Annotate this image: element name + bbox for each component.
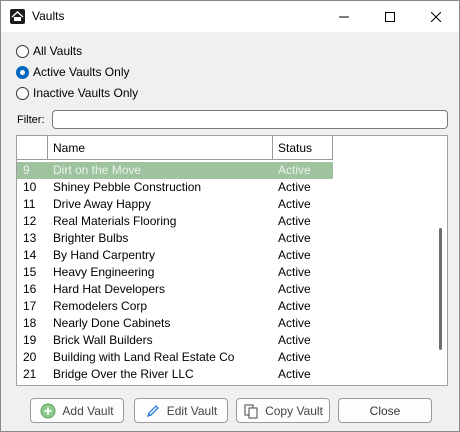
table-row[interactable]: 18 Nearly Done Cabinets Active <box>17 315 434 332</box>
row-name-cell: Nearly Done Cabinets <box>53 316 171 330</box>
copy-icon <box>243 403 259 419</box>
row-id-cell: 14 <box>23 248 37 262</box>
maximize-button[interactable] <box>367 1 413 32</box>
row-name-cell: Shiney Pebble Construction <box>53 180 202 194</box>
radio-label: Inactive Vaults Only <box>33 86 139 100</box>
column-header-name[interactable]: Name <box>48 136 273 160</box>
minimize-button[interactable] <box>321 1 367 32</box>
close-icon <box>431 11 441 22</box>
row-id-cell: 18 <box>23 316 37 330</box>
row-id-cell: 11 <box>23 197 36 211</box>
row-name-cell: Brighter Bulbs <box>53 231 129 245</box>
row-name-cell: Hard Hat Developers <box>53 282 166 296</box>
row-status-cell: Active <box>278 163 311 177</box>
vaults-grid: Name Status 9 Dirt on the Move Active 10 Shi… <box>16 135 448 386</box>
row-name-cell: Drive Away Happy <box>53 197 151 211</box>
table-row[interactable]: 13 Brighter Bulbs Active <box>17 230 434 247</box>
row-name-cell: By Hand Carpentry <box>53 248 156 262</box>
row-status-cell: Active <box>278 214 311 228</box>
row-id-cell: 19 <box>23 333 37 347</box>
close-window-button[interactable] <box>413 1 459 32</box>
filter-label: Filter: <box>17 114 45 126</box>
row-id-cell: 13 <box>23 231 37 245</box>
row-id-cell: 16 <box>23 282 37 296</box>
table-row[interactable]: 14 By Hand Carpentry Active <box>17 247 434 264</box>
row-status-cell: Active <box>278 367 311 381</box>
radio-button[interactable] <box>16 44 29 58</box>
filter-input[interactable] <box>52 110 448 129</box>
close-label: Close <box>369 403 401 418</box>
radio-active-vaults-only[interactable]: Active Vaults Only <box>16 64 129 80</box>
vaults-window: Vaults All Vaults Active Vaults Only Ina… <box>0 0 460 432</box>
row-id-cell: 21 <box>23 367 37 381</box>
table-row[interactable]: 21 Bridge Over the River LLC Active <box>17 366 434 383</box>
radio-label: Active Vaults Only <box>33 65 130 79</box>
vertical-scrollbar[interactable] <box>435 136 447 385</box>
row-status-cell: Active <box>278 231 311 245</box>
column-header-status[interactable]: Status <box>273 136 333 160</box>
grid-rows: 9 Dirt on the Move Active 10 Shiney Pebble C… <box>17 162 434 383</box>
row-status-cell: Active <box>278 350 311 364</box>
scroll-thumb[interactable] <box>439 228 442 350</box>
table-row-selected[interactable]: 9 Dirt on the Move Active <box>17 162 333 179</box>
row-name-cell: Real Materials Flooring <box>53 214 177 228</box>
edit-vault-label: Edit Vault <box>166 403 218 418</box>
radio-button[interactable] <box>16 86 29 100</box>
grid-header: Name Status <box>17 136 333 160</box>
table-row[interactable]: 17 Remodelers Corp Active <box>17 298 434 315</box>
copy-vault-button[interactable]: Copy Vault <box>236 398 330 423</box>
table-row[interactable]: 16 Hard Hat Developers Active <box>17 281 434 298</box>
table-row[interactable]: 19 Brick Wall Builders Active <box>17 332 434 349</box>
edit-vault-button[interactable]: Edit Vault <box>134 398 228 423</box>
plus-circle-icon <box>40 403 56 419</box>
row-status-cell: Active <box>278 248 311 262</box>
pencil-icon <box>145 403 161 419</box>
row-name-cell: Building with Land Real Estate Co <box>53 350 235 364</box>
window-title: Vaults <box>32 9 65 23</box>
row-name-cell: Brick Wall Builders <box>53 333 153 347</box>
row-id-cell: 15 <box>23 265 37 279</box>
row-name-cell: Remodelers Corp <box>53 299 148 313</box>
radio-all-vaults[interactable]: All Vaults <box>16 43 82 59</box>
title-bar: Vaults <box>1 1 459 32</box>
copy-vault-label: Copy Vault <box>265 403 323 418</box>
row-status-cell: Active <box>278 316 311 330</box>
table-row[interactable]: 20 Building with Land Real Estate Co Activ… <box>17 349 434 366</box>
row-name-cell: Heavy Engineering <box>53 265 155 279</box>
row-status-cell: Active <box>278 282 311 296</box>
table-row[interactable]: 10 Shiney Pebble Construction Active <box>17 179 434 196</box>
row-id-cell: 12 <box>23 214 37 228</box>
row-status-cell: Active <box>278 197 311 211</box>
table-row[interactable]: 12 Real Materials Flooring Active <box>17 213 434 230</box>
row-id-cell: 20 <box>23 350 37 364</box>
table-row[interactable]: 11 Drive Away Happy Active <box>17 196 434 213</box>
app-house-icon <box>10 9 25 24</box>
row-name-cell: Dirt on the Move <box>53 163 142 177</box>
row-status-cell: Active <box>278 299 311 313</box>
radio-label: All Vaults <box>33 44 83 58</box>
row-status-cell: Active <box>278 333 311 347</box>
row-status-cell: Active <box>278 265 311 279</box>
minimize-icon <box>339 16 349 17</box>
row-id-cell: 17 <box>23 299 37 313</box>
radio-button-checked[interactable] <box>16 65 29 79</box>
row-name-cell: Bridge Over the River LLC <box>53 367 194 381</box>
row-id-cell: 10 <box>23 180 37 194</box>
column-header-id[interactable] <box>17 136 48 160</box>
row-status-cell: Active <box>278 180 311 194</box>
add-vault-button[interactable]: Add Vault <box>30 398 124 423</box>
table-row[interactable]: 15 Heavy Engineering Active <box>17 264 434 281</box>
add-vault-label: Add Vault <box>62 403 114 418</box>
radio-inactive-vaults-only[interactable]: Inactive Vaults Only <box>16 85 138 101</box>
close-button[interactable]: Close <box>338 398 432 423</box>
row-id-cell: 9 <box>23 163 30 177</box>
maximize-icon <box>385 11 395 22</box>
